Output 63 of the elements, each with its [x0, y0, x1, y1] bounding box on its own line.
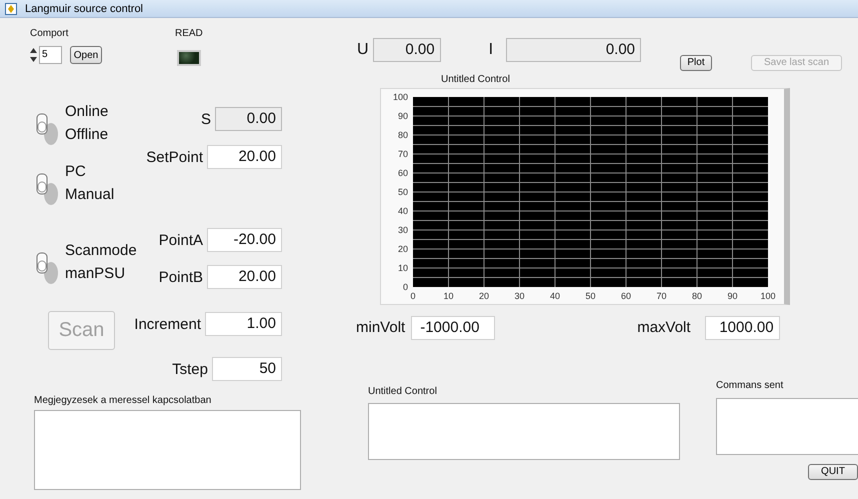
- toggle-label: Online: [65, 102, 108, 122]
- toggle-label: manPSU: [65, 264, 126, 284]
- field-label: S: [200, 110, 211, 128]
- x-tick-label: 90: [728, 291, 738, 301]
- app-icon: [5, 2, 17, 14]
- plot-button[interactable]: Plot: [680, 54, 712, 70]
- numeric-field[interactable]: -1000.00: [411, 316, 496, 340]
- y-tick-label: 60: [398, 168, 408, 178]
- numeric-field[interactable]: 50: [212, 357, 282, 381]
- toggle-label: Scanmode: [65, 241, 137, 261]
- numeric-field[interactable]: 20.00: [207, 145, 282, 169]
- y-tick-label: 70: [398, 149, 408, 159]
- toggle-label: Manual: [65, 185, 114, 205]
- field-label: PointB: [158, 268, 203, 286]
- field-label: SetPoint: [146, 148, 203, 166]
- numeric-indicator: 0.00: [372, 38, 441, 62]
- x-tick-label: 60: [621, 291, 631, 301]
- numeric-field[interactable]: 1000.00: [704, 316, 780, 340]
- graph-title: Untitled Control: [441, 74, 511, 87]
- comport-label: Comport: [30, 28, 70, 40]
- field-label: Tstep: [172, 360, 208, 378]
- y-tick-label: 90: [398, 111, 408, 121]
- x-tick-label: 40: [550, 291, 560, 301]
- field-label: minVolt: [356, 319, 406, 336]
- field-label: PointA: [158, 232, 203, 248]
- numeric-indicator: 0.00: [215, 107, 282, 131]
- field-label: maxVolt: [637, 319, 691, 336]
- y-tick-label: 20: [398, 244, 408, 254]
- x-tick-label: 30: [514, 291, 524, 301]
- numeric-field[interactable]: 20.00: [207, 265, 282, 289]
- y-tick-label: 100: [392, 92, 408, 102]
- y-tick-label: 30: [398, 225, 408, 235]
- y-tick-label: 40: [398, 206, 408, 216]
- commands-field[interactable]: [716, 398, 858, 455]
- y-tick-label: 0: [402, 282, 408, 292]
- notes-field[interactable]: [34, 410, 301, 490]
- commands-label: Commans sent: [716, 380, 784, 392]
- x-tick-label: 80: [692, 291, 702, 301]
- spinner-arrows-icon[interactable]: [30, 48, 37, 62]
- readout-label: U: [357, 40, 369, 58]
- toggle-label: Offline: [65, 125, 108, 145]
- y-tick-label: 50: [398, 187, 408, 197]
- output-label: Untitled Control: [368, 386, 438, 398]
- x-tick-label: 0: [410, 291, 416, 301]
- notes-label: Megjegyzesek a meressel kapcsolatban: [34, 395, 212, 407]
- x-tick-label: 100: [760, 291, 776, 301]
- numeric-indicator: 0.00: [506, 38, 642, 62]
- toggle-label: PC: [65, 162, 87, 182]
- open-button[interactable]: Open: [70, 46, 102, 64]
- field-label: Increment: [134, 316, 201, 332]
- window-title: Langmuir source control: [25, 2, 144, 14]
- x-tick-label: 50: [586, 291, 596, 301]
- quit-button[interactable]: QUIT: [808, 464, 858, 480]
- read-label: READ: [175, 28, 203, 40]
- readout-label: I: [488, 40, 494, 58]
- output-field[interactable]: [368, 403, 680, 460]
- y-tick-label: 80: [398, 130, 408, 140]
- numeric-field[interactable]: -20.00: [207, 228, 282, 252]
- x-tick-label: 10: [444, 291, 454, 301]
- x-tick-label: 20: [479, 291, 489, 301]
- y-tick-label: 10: [398, 263, 408, 273]
- numeric-field[interactable]: 1.00: [205, 312, 282, 336]
- x-tick-label: 70: [656, 291, 666, 301]
